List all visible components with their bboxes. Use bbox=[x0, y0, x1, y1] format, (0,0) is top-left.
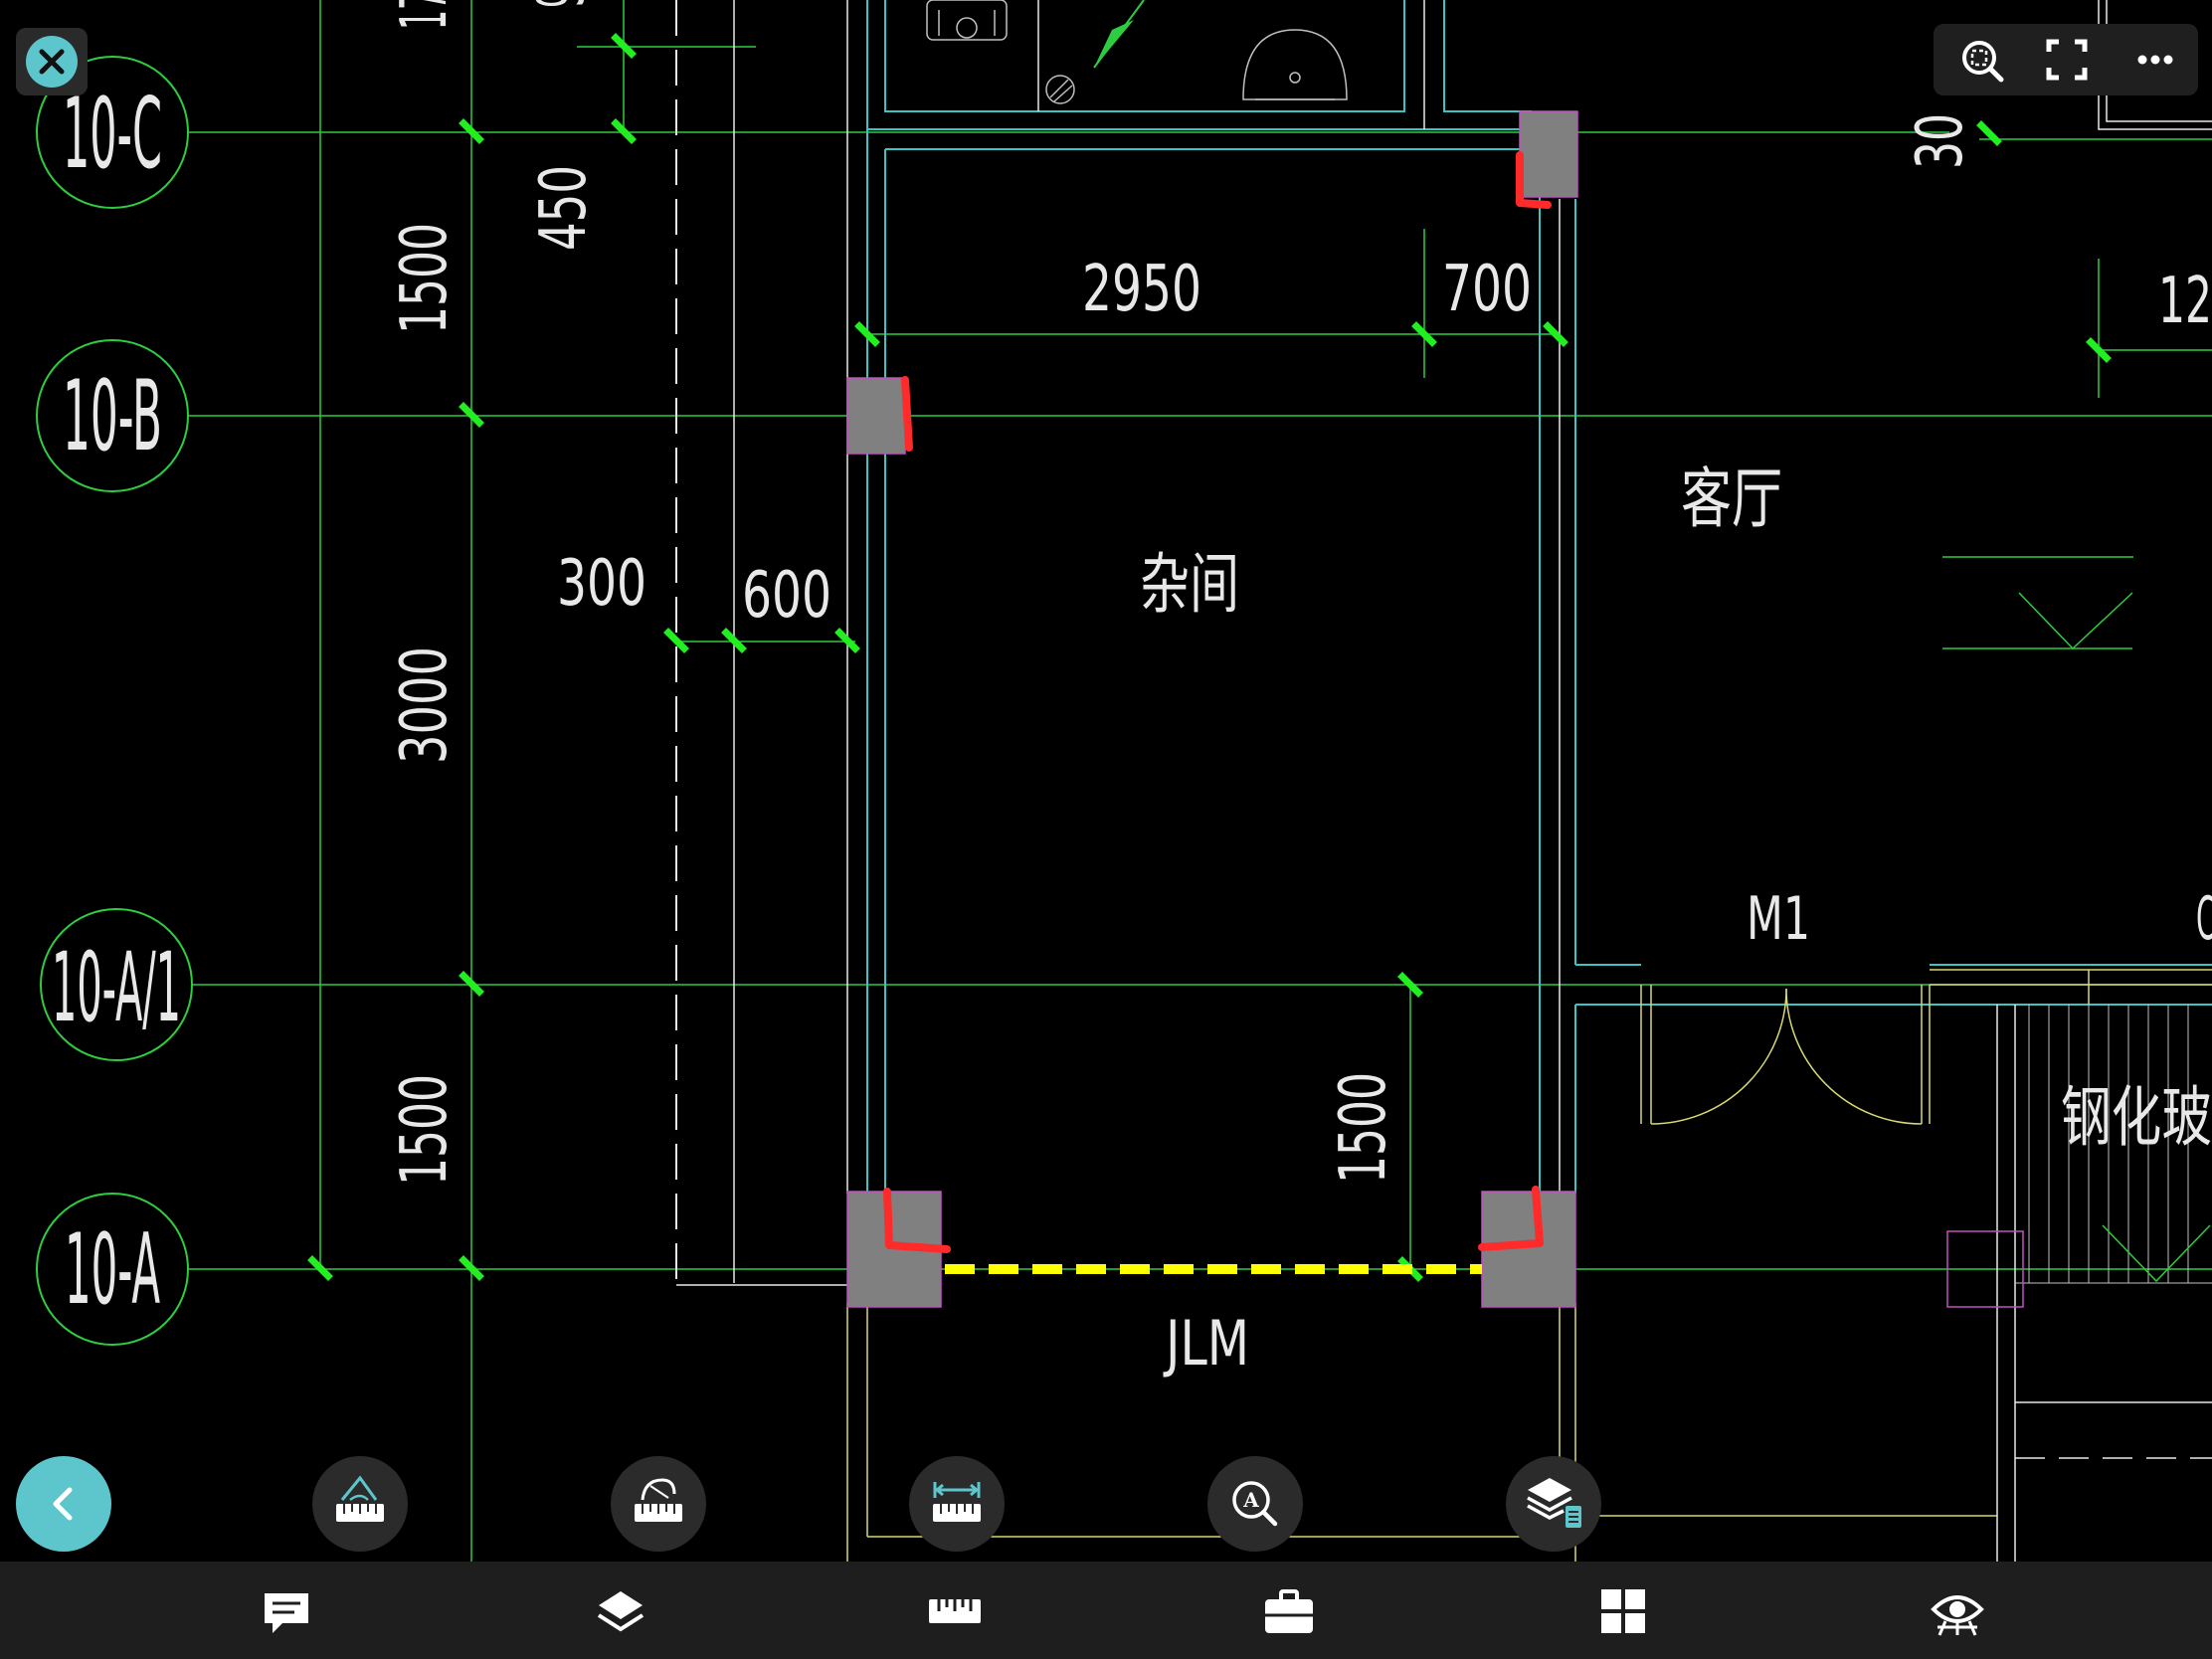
dim-12: 12 bbox=[2158, 265, 2212, 338]
arc-measure-icon bbox=[635, 1478, 682, 1522]
layers-button[interactable] bbox=[589, 1579, 652, 1643]
fixtures bbox=[926, 0, 1348, 104]
axis-label-10b: 10-B bbox=[63, 360, 162, 473]
text-search-button[interactable]: A bbox=[1207, 1456, 1303, 1552]
door-label-c-partial: C bbox=[2196, 884, 2212, 954]
bottom-nav-bar bbox=[0, 1562, 2212, 1659]
fullscreen-icon bbox=[2046, 39, 2088, 81]
chevron-left-icon bbox=[53, 1487, 73, 1521]
room-labels: 杂间 客厅 钢化玻 M1 JLM C bbox=[1140, 461, 2212, 1380]
arc-measure-button[interactable] bbox=[611, 1456, 706, 1552]
dim-3000: 3000 bbox=[388, 646, 461, 764]
door-label-m1: M1 bbox=[1747, 884, 1810, 954]
room-label-tempered-glass: 钢化玻 bbox=[2061, 1079, 2212, 1156]
dim-30: 30 bbox=[1904, 113, 1977, 169]
ruler-icon bbox=[929, 1599, 981, 1623]
layers-list-icon bbox=[1527, 1478, 1581, 1528]
text-search-icon: A bbox=[1232, 1481, 1278, 1527]
room-label-storage: 杂间 bbox=[1140, 546, 1239, 623]
axis-bubbles bbox=[36, 56, 193, 1346]
dim-2950: 2950 bbox=[1082, 253, 1201, 326]
dim-top-partial2: 9 bbox=[525, 0, 599, 8]
view-3d-button[interactable] bbox=[1926, 1579, 1989, 1643]
top-toolbar bbox=[1934, 24, 2198, 95]
distance-measure-icon bbox=[933, 1482, 981, 1522]
dim-700: 700 bbox=[1442, 253, 1532, 326]
cad-drawing-canvas[interactable]: 10-C 10-B 10-A/1 10-A 1500 450 3000 1500… bbox=[0, 0, 2212, 1659]
toolbox-button[interactable] bbox=[1257, 1579, 1321, 1643]
toolbox-icon bbox=[1265, 1589, 1313, 1633]
door-label-jlm: JLM bbox=[1163, 1307, 1249, 1380]
grid-button[interactable] bbox=[1591, 1579, 1655, 1643]
fullscreen-button[interactable] bbox=[2037, 34, 2097, 86]
dim-top-partial: 17 bbox=[388, 0, 461, 30]
comment-button[interactable] bbox=[255, 1579, 318, 1643]
dim-1500-top: 1500 bbox=[388, 223, 461, 334]
ruler-button[interactable] bbox=[923, 1579, 987, 1643]
room-label-living: 客厅 bbox=[1681, 461, 1782, 537]
more-button[interactable] bbox=[2124, 34, 2184, 86]
view-3d-icon bbox=[1931, 1595, 1984, 1636]
axis-label-10a1: 10-A/1 bbox=[52, 932, 181, 1043]
walls bbox=[675, 0, 2212, 1562]
dim-1500-right: 1500 bbox=[1327, 1072, 1400, 1184]
zoom-fit-icon bbox=[1962, 41, 2004, 83]
distance-measure-button[interactable] bbox=[909, 1456, 1005, 1552]
dim-600: 600 bbox=[742, 559, 831, 633]
dim-450: 450 bbox=[527, 165, 601, 251]
cad-viewer[interactable]: 10-C 10-B 10-A/1 10-A 1500 450 3000 1500… bbox=[0, 0, 2212, 1659]
dim-300: 300 bbox=[557, 547, 646, 621]
close-button[interactable] bbox=[16, 28, 88, 95]
zoom-fit-button[interactable] bbox=[1953, 34, 2013, 86]
axis-label-10a: 10-A bbox=[65, 1213, 160, 1327]
svg-text:A: A bbox=[1242, 1488, 1259, 1512]
layers-icon bbox=[597, 1591, 645, 1632]
more-icon bbox=[2137, 55, 2173, 65]
dim-1500-bottom: 1500 bbox=[388, 1074, 461, 1186]
close-icon bbox=[26, 36, 78, 88]
comment-icon bbox=[265, 1593, 308, 1633]
angle-measure-button[interactable] bbox=[312, 1456, 408, 1552]
back-button[interactable] bbox=[16, 1456, 111, 1552]
grid-icon bbox=[1601, 1589, 1645, 1633]
layers-list-button[interactable] bbox=[1506, 1456, 1601, 1552]
dimension-labels: 17 9 1500 450 3000 1500 300 600 2950 700… bbox=[388, 0, 2212, 1186]
angle-measure-icon bbox=[336, 1475, 384, 1522]
